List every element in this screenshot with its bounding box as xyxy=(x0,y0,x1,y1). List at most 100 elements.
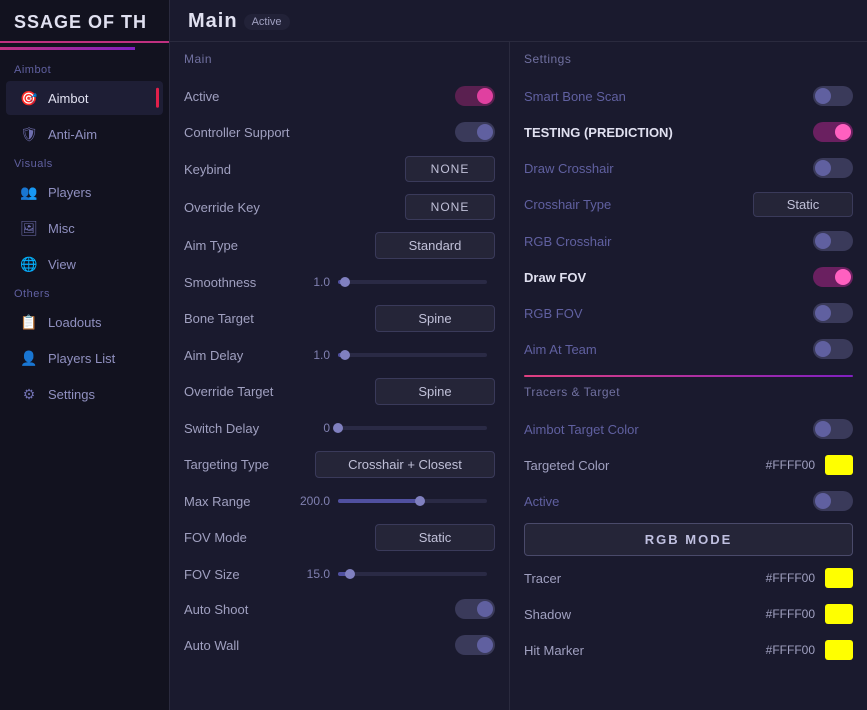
shadow-color-swatch[interactable] xyxy=(825,604,853,624)
tracer-color-swatch[interactable] xyxy=(825,568,853,588)
aim-delay-thumb[interactable] xyxy=(340,350,350,360)
shadow-label: Shadow xyxy=(524,607,571,622)
aim-delay-track[interactable] xyxy=(338,353,487,357)
sidebar-item-misc[interactable]: 🖼 Misc xyxy=(6,211,163,245)
targeted-color-swatch[interactable] xyxy=(825,455,853,475)
setting-rgb-crosshair: RGB Crosshair xyxy=(524,223,853,259)
auto-shoot-toggle[interactable] xyxy=(455,599,495,619)
auto-wall-label: Auto Wall xyxy=(184,638,239,653)
draw-fov-knob xyxy=(835,269,851,285)
setting-hit-marker: Hit Marker #FFFF00 xyxy=(524,632,853,668)
auto-shoot-knob xyxy=(477,601,493,617)
sidebar-item-view[interactable]: 🌐 View xyxy=(6,247,163,281)
override-key-button[interactable]: NONE xyxy=(405,194,495,220)
override-target-label: Override Target xyxy=(184,384,273,399)
hit-marker-color-swatch[interactable] xyxy=(825,640,853,660)
section-separator xyxy=(524,375,853,377)
smart-bone-scan-label: Smart Bone Scan xyxy=(524,89,626,104)
setting-testing-prediction: TESTING (PREDICTION) xyxy=(524,114,853,150)
hit-marker-label: Hit Marker xyxy=(524,643,584,658)
targeted-color-label: Targeted Color xyxy=(524,458,609,473)
targeted-color-right: #FFFF00 xyxy=(766,455,853,475)
sidebar: SSAGE OF TH Aimbot 🎯 Aimbot 🛡 Anti-Aim V… xyxy=(0,0,170,710)
sidebar-item-view-label: View xyxy=(48,257,76,272)
controller-support-label: Controller Support xyxy=(184,125,290,140)
sidebar-item-players-list[interactable]: 👤 Players List xyxy=(6,341,163,375)
smoothness-label: Smoothness xyxy=(184,275,294,290)
setting-targeting-type: Targeting Type Crosshair + Closest xyxy=(184,445,495,484)
rgb-fov-toggle[interactable] xyxy=(813,303,853,323)
smoothness-track[interactable] xyxy=(338,280,487,284)
aim-at-team-knob xyxy=(815,341,831,357)
targeting-type-dropdown[interactable]: Crosshair + Closest xyxy=(315,451,495,478)
override-target-dropdown[interactable]: Spine xyxy=(375,378,495,405)
right-section-header: Settings xyxy=(524,52,853,70)
setting-max-range: Max Range 200.0 xyxy=(184,484,495,518)
tracer-color-value: #FFFF00 xyxy=(766,571,815,585)
auto-shoot-label: Auto Shoot xyxy=(184,602,248,617)
rgb-crosshair-label: RGB Crosshair xyxy=(524,234,611,249)
aim-type-dropdown[interactable]: Standard xyxy=(375,232,495,259)
aim-at-team-toggle[interactable] xyxy=(813,339,853,359)
shadow-color-value: #FFFF00 xyxy=(766,607,815,621)
sidebar-item-settings[interactable]: ⚙ Settings xyxy=(6,377,163,411)
rgb-fov-knob xyxy=(815,305,831,321)
rgb-crosshair-toggle[interactable] xyxy=(813,231,853,251)
main-title: Main xyxy=(188,10,238,33)
sidebar-section-others: Others xyxy=(0,282,169,304)
progress-bar-container xyxy=(0,47,169,50)
active-toggle[interactable] xyxy=(455,86,495,106)
anti-aim-icon: 🛡 xyxy=(20,125,38,143)
smart-bone-scan-toggle[interactable] xyxy=(813,86,853,106)
sidebar-item-aimbot-label: Aimbot xyxy=(48,91,88,106)
main-content: Main Active Main Active Controller Suppo… xyxy=(170,0,867,710)
targeted-color-value: #FFFF00 xyxy=(766,458,815,472)
main-header: Main Active xyxy=(170,0,867,42)
setting-draw-fov: Draw FOV xyxy=(524,259,853,295)
testing-prediction-toggle[interactable] xyxy=(813,122,853,142)
bone-target-dropdown[interactable]: Spine xyxy=(375,305,495,332)
crosshair-type-display[interactable]: Static xyxy=(753,192,853,217)
sidebar-item-players[interactable]: 👥 Players xyxy=(6,175,163,209)
aimbot-target-color-toggle[interactable] xyxy=(813,419,853,439)
sidebar-header: SSAGE OF TH xyxy=(0,0,169,43)
fov-mode-dropdown[interactable]: Static xyxy=(375,524,495,551)
sidebar-item-anti-aim[interactable]: 🛡 Anti-Aim xyxy=(6,117,163,151)
setting-tracer: Tracer #FFFF00 xyxy=(524,560,853,596)
sidebar-item-loadouts[interactable]: 📋 Loadouts xyxy=(6,305,163,339)
setting-crosshair-type: Crosshair Type Static xyxy=(524,186,853,223)
setting-aim-delay: Aim Delay 1.0 xyxy=(184,338,495,372)
setting-targeted-color: Targeted Color #FFFF00 xyxy=(524,447,853,483)
controller-support-toggle[interactable] xyxy=(455,122,495,142)
max-range-value: 200.0 xyxy=(294,494,330,508)
draw-fov-toggle[interactable] xyxy=(813,267,853,287)
max-range-track[interactable] xyxy=(338,499,487,503)
setting-controller-support: Controller Support xyxy=(184,114,495,150)
switch-delay-thumb[interactable] xyxy=(333,423,343,433)
draw-crosshair-toggle[interactable] xyxy=(813,158,853,178)
sidebar-item-players-label: Players xyxy=(48,185,91,200)
fov-size-thumb[interactable] xyxy=(345,569,355,579)
active2-toggle[interactable] xyxy=(813,491,853,511)
fov-mode-label: FOV Mode xyxy=(184,530,247,545)
sidebar-item-settings-label: Settings xyxy=(48,387,95,402)
aimbot-icon: 🎯 xyxy=(20,89,38,107)
rgb-mode-button[interactable]: RGB MODE xyxy=(524,523,853,556)
active2-knob xyxy=(815,493,831,509)
keybind-button[interactable]: NONE xyxy=(405,156,495,182)
setting-draw-crosshair: Draw Crosshair xyxy=(524,150,853,186)
smoothness-thumb[interactable] xyxy=(340,277,350,287)
fov-size-track[interactable] xyxy=(338,572,487,576)
switch-delay-track[interactable] xyxy=(338,426,487,430)
sidebar-item-anti-aim-label: Anti-Aim xyxy=(48,127,97,142)
max-range-thumb[interactable] xyxy=(415,496,425,506)
aim-delay-value: 1.0 xyxy=(294,348,330,362)
right-bottom-section-header: Tracers & Target xyxy=(524,385,853,403)
setting-smart-bone-scan: Smart Bone Scan xyxy=(524,78,853,114)
left-panel: Main Active Controller Support Keybind N… xyxy=(170,42,510,710)
auto-wall-toggle[interactable] xyxy=(455,635,495,655)
bone-target-label: Bone Target xyxy=(184,311,254,326)
sidebar-item-aimbot[interactable]: 🎯 Aimbot xyxy=(6,81,163,115)
view-icon: 🌐 xyxy=(20,255,38,273)
rgb-crosshair-knob xyxy=(815,233,831,249)
